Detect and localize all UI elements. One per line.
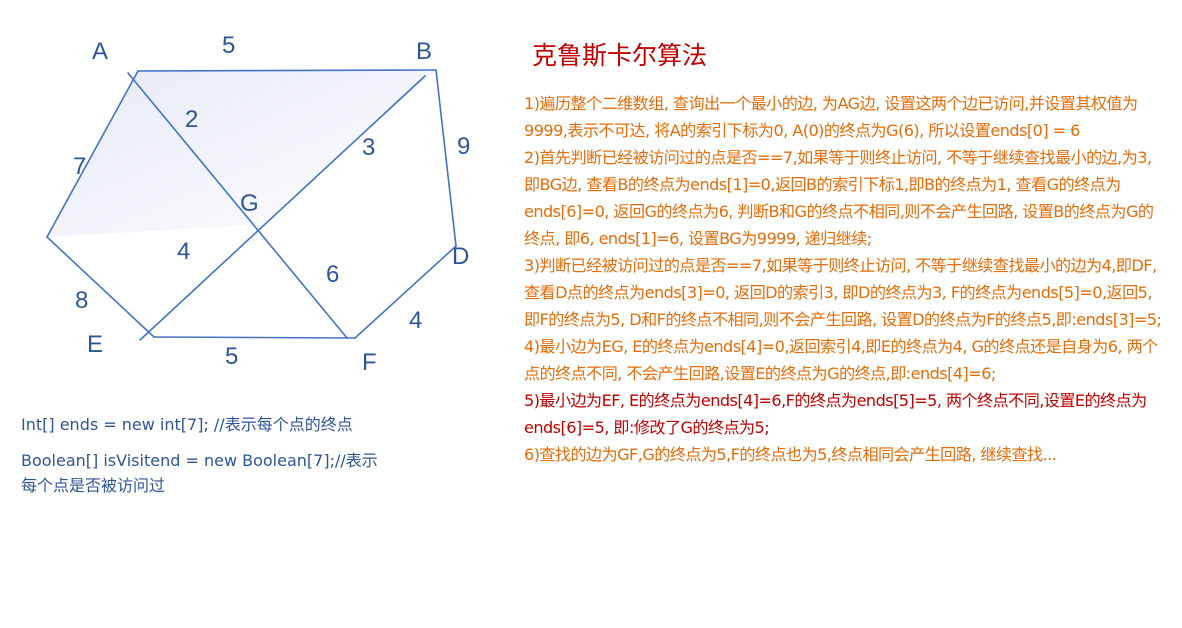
weight-label-DF: 4 [409, 307, 422, 334]
step-5: 5)最小边为EF, E的终点为ends[4]=6,F的终点为ends[5]=5,… [524, 391, 1147, 437]
weight-label-GF: 6 [326, 261, 339, 288]
node-label-A: A [92, 38, 108, 65]
graph-diagram: A B G D E F 5 2 3 9 7 4 6 8 4 5 [46, 32, 470, 376]
node-label-B: B [416, 38, 432, 65]
node-label-D: D [452, 243, 469, 270]
algorithm-steps: 1)遍历整个二维数组, 查询出一个最小的边, 为AG边, 设置这两个边已访问,并… [524, 90, 1164, 468]
weight-label-left-E: 8 [75, 287, 88, 314]
weight-label-AB: 5 [222, 32, 235, 59]
weight-label-BD: 9 [457, 133, 470, 160]
node-label-G: G [240, 190, 259, 217]
node-label-F: F [362, 349, 377, 376]
step-1: 1)遍历整个二维数组, 查询出一个最小的边, 为AG边, 设置这两个边已访问,并… [524, 94, 1138, 140]
step-2: 2)首先判断已经被访问过的点是否==7,如果等于则终止访问, 不等于继续查找最小… [524, 148, 1154, 248]
weight-label-GE: 4 [177, 238, 190, 265]
weight-label-AG: 2 [185, 106, 198, 133]
step-6: 6)查找的边为GF,G的终点为5,F的终点也为5,终点相同会产生回路, 继续查找… [524, 445, 1057, 464]
step-3: 3)判断已经被访问过的点是否==7,如果等于则终止访问, 不等于继续查找最小的边… [524, 256, 1162, 329]
weight-label-EF: 5 [225, 343, 238, 370]
weight-label-AE: 7 [73, 153, 86, 180]
edge-A-B [137, 69, 437, 72]
step-4: 4)最小边为EG, E的终点为ends[4]=0,返回索引4,即E的终点为4, … [524, 337, 1158, 383]
ends-declaration: Int[] ends = new int[7]; //表示每个点的终点 [21, 415, 353, 434]
canvas: A B G D E F 5 2 3 9 7 4 6 8 4 5 Int[] en… [0, 0, 1182, 628]
visited-declaration-line1: Boolean[] isVisitend = new Boolean[7];//… [21, 451, 378, 470]
edge-D-F [354, 245, 457, 339]
visited-declaration-line2: 每个点是否被访问过 [21, 476, 166, 495]
edge-F-E [153, 336, 356, 339]
page-title: 克鲁斯卡尔算法 [532, 41, 708, 70]
weight-label-BG: 3 [362, 134, 375, 161]
edge-B-D [435, 69, 457, 247]
edge-E-left [46, 236, 155, 338]
node-label-E: E [87, 331, 103, 358]
